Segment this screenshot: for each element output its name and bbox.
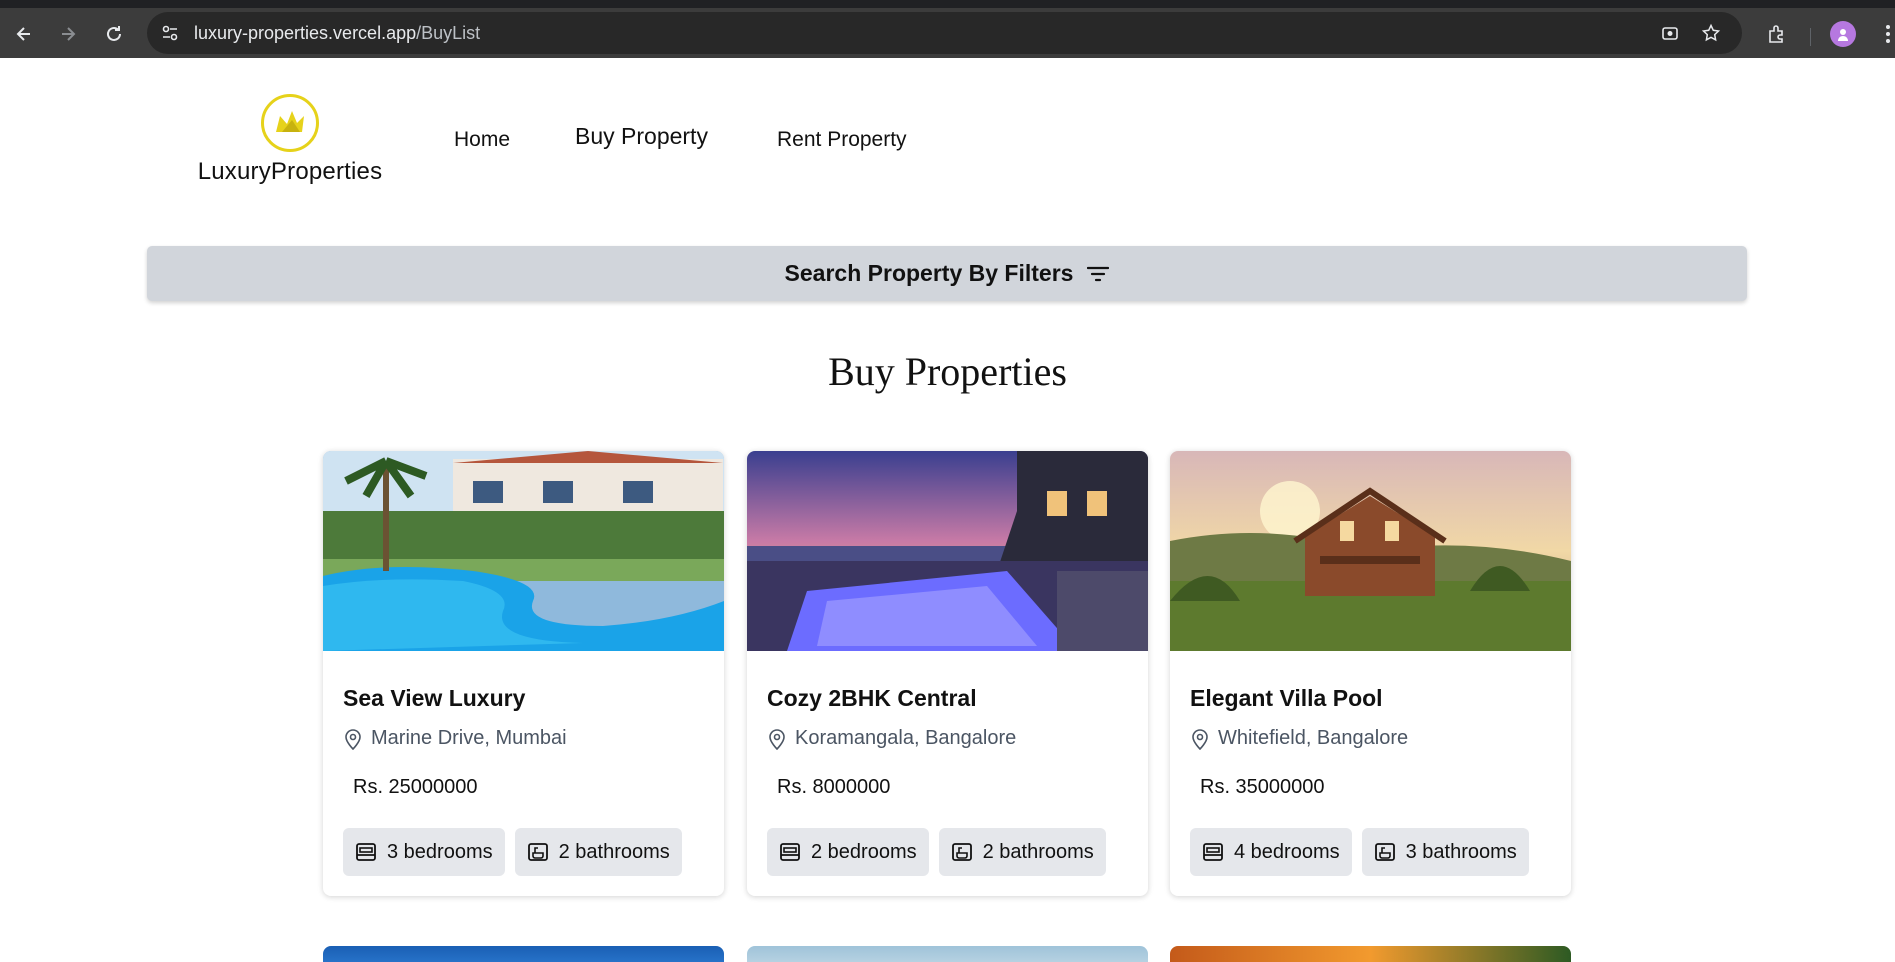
bathrooms-chip: 2 bathrooms [938,828,1106,876]
bedrooms-chip: 3 bedrooms [343,828,505,876]
property-price: Rs. 35000000 [1200,776,1325,798]
bathrooms-text: 2 bathrooms [558,840,670,863]
property-image [323,451,724,651]
bedrooms-text: 4 bedrooms [1234,840,1340,863]
property-location: Marine Drive, Mumbai [343,727,567,750]
location-text: Whitefield, Bangalore [1218,727,1409,749]
browser-toolbar: luxury-properties.vercel.app/BuyList [0,0,1895,58]
forward-icon[interactable] [52,18,84,50]
property-location: Koramangala, Bangalore [767,727,1016,750]
property-features: 3 bedrooms 2 bathrooms [343,828,682,876]
property-card[interactable]: Sea View Luxury Marine Drive, Mumbai Rs.… [323,451,724,896]
menu-icon[interactable] [1872,18,1895,50]
property-features: 2 bedrooms 2 bathrooms [767,828,1106,876]
bath-icon [951,843,972,861]
property-title: Elegant Villa Pool [1190,685,1383,711]
toolbar-divider [1810,28,1811,46]
avatar [1830,21,1856,47]
screenshot-icon[interactable] [1657,20,1683,46]
bathrooms-text: 3 bathrooms [1405,840,1517,863]
bathrooms-text: 2 bathrooms [982,840,1094,863]
property-card-partial[interactable] [1170,946,1571,962]
location-pin-icon [769,728,785,750]
profile-avatar[interactable] [1827,18,1859,50]
property-card[interactable]: Cozy 2BHK Central Koramangala, Bangalore… [747,451,1148,896]
logo-text: LuxuryProperties [197,158,383,185]
property-card[interactable]: Elegant Villa Pool Whitefield, Bangalore… [1170,451,1571,896]
url-host: luxury-properties.vercel.app [194,23,417,43]
location-pin-icon [1192,728,1208,750]
url-text: luxury-properties.vercel.app/BuyList [194,23,480,44]
bathrooms-chip: 2 bathrooms [514,828,682,876]
url-path: /BuyList [416,23,481,43]
bed-icon [356,843,376,861]
property-price: Rs. 25000000 [353,776,478,798]
property-features: 4 bedrooms 3 bathrooms [1190,828,1529,876]
back-icon[interactable] [8,18,40,50]
property-title: Sea View Luxury [343,685,526,711]
nav-buy-property[interactable]: Buy Property [575,123,708,150]
site-info-icon[interactable] [157,20,183,46]
search-filters-button[interactable]: Search Property By Filters [147,246,1747,301]
property-card-partial[interactable] [323,946,724,962]
filter-icon [1087,266,1110,281]
location-pin-icon [345,728,361,750]
crown-logo-icon [261,94,319,152]
bath-icon [1374,843,1395,861]
location-text: Koramangala, Bangalore [795,727,1017,749]
bath-icon [527,843,548,861]
address-bar[interactable]: luxury-properties.vercel.app/BuyList [147,12,1742,54]
property-title: Cozy 2BHK Central [767,685,977,711]
bedrooms-text: 3 bedrooms [387,840,493,863]
property-image [747,451,1148,651]
location-text: Marine Drive, Mumbai [371,727,567,749]
property-location: Whitefield, Bangalore [1190,727,1408,750]
nav-rent-property[interactable]: Rent Property [777,128,907,152]
bedrooms-chip: 2 bedrooms [767,828,929,876]
bookmark-star-icon[interactable] [1698,20,1724,46]
property-price: Rs. 8000000 [777,776,891,798]
reload-icon[interactable] [98,18,130,50]
bedrooms-chip: 4 bedrooms [1190,828,1352,876]
bed-icon [1203,843,1223,861]
bedrooms-text: 2 bedrooms [811,840,917,863]
bed-icon [780,843,800,861]
page-title: Buy Properties [828,349,1067,394]
nav-home[interactable]: Home [454,128,510,152]
filter-label: Search Property By Filters [784,260,1074,286]
bathrooms-chip: 3 bathrooms [1361,828,1529,876]
site-logo[interactable]: LuxuryProperties [195,94,385,186]
property-card-partial[interactable] [747,946,1148,962]
property-image [1170,451,1571,651]
page-content: LuxuryProperties Home Buy Property Rent … [0,58,1895,962]
extensions-icon[interactable] [1761,18,1793,50]
